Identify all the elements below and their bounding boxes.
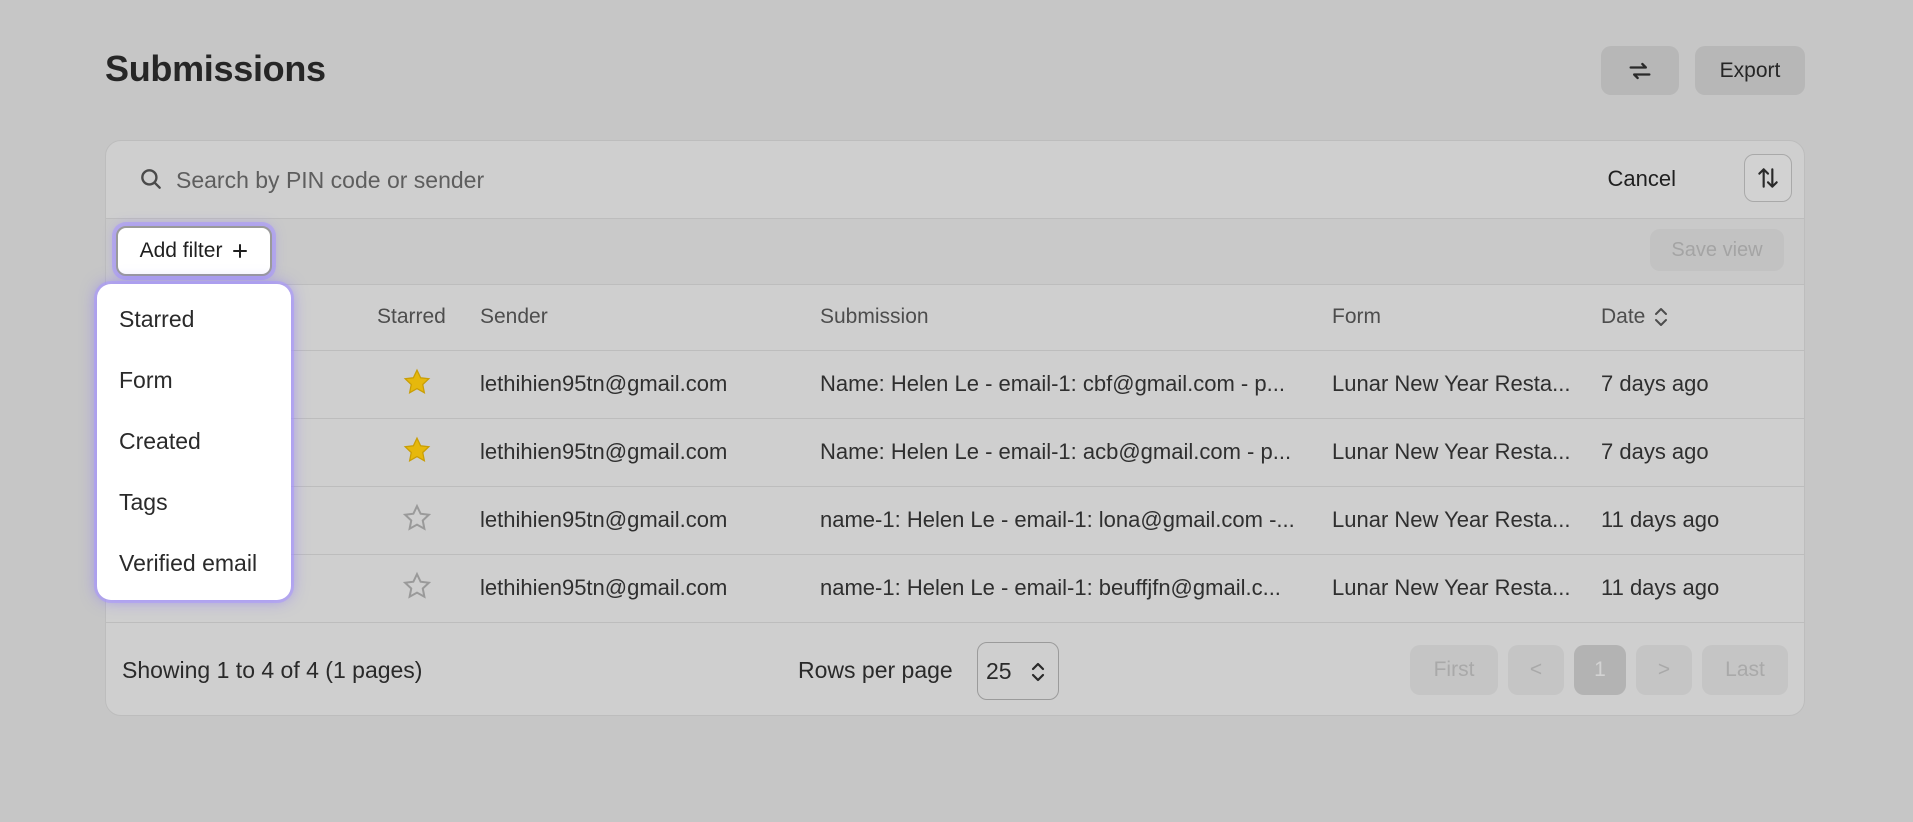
- rows-per-page-select[interactable]: 25: [977, 642, 1059, 700]
- column-header-starred[interactable]: Starred: [377, 305, 446, 329]
- star-outline-icon[interactable]: [402, 571, 432, 601]
- form-cell: Lunar New Year Resta...: [1332, 507, 1571, 532]
- current-page-button[interactable]: 1: [1574, 645, 1626, 695]
- menu-item-form[interactable]: Form: [97, 363, 291, 424]
- cancel-button[interactable]: Cancel: [1608, 166, 1676, 192]
- showing-count: Showing 1 to 4 of 4 (1 pages): [122, 657, 423, 683]
- table-row[interactable]: lethihien95tn@gmail.com name-1: Helen Le…: [106, 487, 1804, 555]
- last-page-button[interactable]: Last: [1702, 645, 1788, 695]
- form-cell: Lunar New Year Resta...: [1332, 371, 1571, 396]
- menu-item-verified-email[interactable]: Verified email: [97, 546, 291, 607]
- menu-item-starred[interactable]: Starred: [97, 302, 291, 363]
- column-header-date[interactable]: Date: [1601, 305, 1669, 329]
- column-header-sender[interactable]: Sender: [480, 305, 548, 329]
- save-view-button[interactable]: Save view: [1650, 229, 1784, 271]
- table-body: lethihien95tn@gmail.com Name: Helen Le -…: [106, 351, 1804, 623]
- submissions-card: Cancel Save view Starred Sender Submissi…: [105, 140, 1805, 716]
- filter-bar: Save view: [106, 219, 1804, 285]
- sort-button[interactable]: [1744, 154, 1792, 202]
- rows-per-page-label: Rows per page: [798, 657, 953, 683]
- star-filled-icon[interactable]: [402, 367, 432, 397]
- prev-page-button[interactable]: <: [1508, 645, 1564, 695]
- submission-cell: Name: Helen Le - email-1: acb@gmail.com …: [820, 439, 1292, 464]
- search-icon: [141, 169, 161, 189]
- form-cell: Lunar New Year Resta...: [1332, 575, 1571, 600]
- sender-cell: lethihien95tn@gmail.com: [480, 507, 728, 532]
- table-footer: Showing 1 to 4 of 4 (1 pages) Rows per p…: [106, 623, 1804, 715]
- star-outline-icon[interactable]: [402, 503, 432, 533]
- add-filter-label: Add filter: [139, 239, 223, 262]
- table-row[interactable]: lethihien95tn@gmail.com Name: Helen Le -…: [106, 351, 1804, 419]
- sender-cell: lethihien95tn@gmail.com: [480, 371, 728, 396]
- search-bar: Cancel: [106, 141, 1804, 219]
- sort-arrows-icon: [1758, 168, 1778, 188]
- refresh-icon: [1629, 62, 1651, 79]
- search-input[interactable]: [176, 161, 1276, 199]
- chevron-updown-icon: [1031, 662, 1045, 682]
- date-cell: 7 days ago: [1601, 439, 1709, 464]
- form-cell: Lunar New Year Resta...: [1332, 439, 1571, 464]
- submission-cell: Name: Helen Le - email-1: cbf@gmail.com …: [820, 371, 1285, 396]
- date-header-label: Date: [1601, 305, 1646, 328]
- table-header: Starred Sender Submission Form Date: [106, 285, 1804, 351]
- table-row[interactable]: lethihien95tn@gmail.com Name: Helen Le -…: [106, 419, 1804, 487]
- menu-item-tags[interactable]: Tags: [97, 485, 291, 546]
- menu-item-created[interactable]: Created: [97, 424, 291, 485]
- add-filter-button[interactable]: Add filter: [116, 226, 272, 276]
- top-actions: Export: [1601, 46, 1805, 95]
- column-header-form[interactable]: Form: [1332, 305, 1381, 329]
- rows-per-page-value: 25: [986, 657, 1012, 684]
- plus-icon: [233, 244, 248, 258]
- sender-cell: lethihien95tn@gmail.com: [480, 575, 728, 600]
- sort-chevrons-icon: [1655, 308, 1668, 326]
- submission-cell: name-1: Helen Le - email-1: lona@gmail.c…: [820, 507, 1295, 532]
- page-title: Submissions: [105, 48, 326, 89]
- date-cell: 11 days ago: [1601, 507, 1720, 532]
- refresh-button[interactable]: [1601, 46, 1679, 95]
- date-cell: 7 days ago: [1601, 371, 1709, 396]
- date-cell: 11 days ago: [1601, 575, 1720, 600]
- star-filled-icon[interactable]: [402, 435, 432, 465]
- first-page-button[interactable]: First: [1410, 645, 1498, 695]
- filter-dropdown-menu: Starred Form Created Tags Verified email: [97, 284, 291, 600]
- export-button[interactable]: Export: [1695, 46, 1805, 95]
- column-header-submission[interactable]: Submission: [820, 305, 929, 329]
- sender-cell: lethihien95tn@gmail.com: [480, 439, 728, 464]
- table-row[interactable]: lethihien95tn@gmail.com name-1: Helen Le…: [106, 555, 1804, 623]
- pagination: First < 1 > Last: [1410, 645, 1788, 695]
- next-page-button[interactable]: >: [1636, 645, 1692, 695]
- submission-cell: name-1: Helen Le - email-1: beuffjfn@gma…: [820, 575, 1281, 600]
